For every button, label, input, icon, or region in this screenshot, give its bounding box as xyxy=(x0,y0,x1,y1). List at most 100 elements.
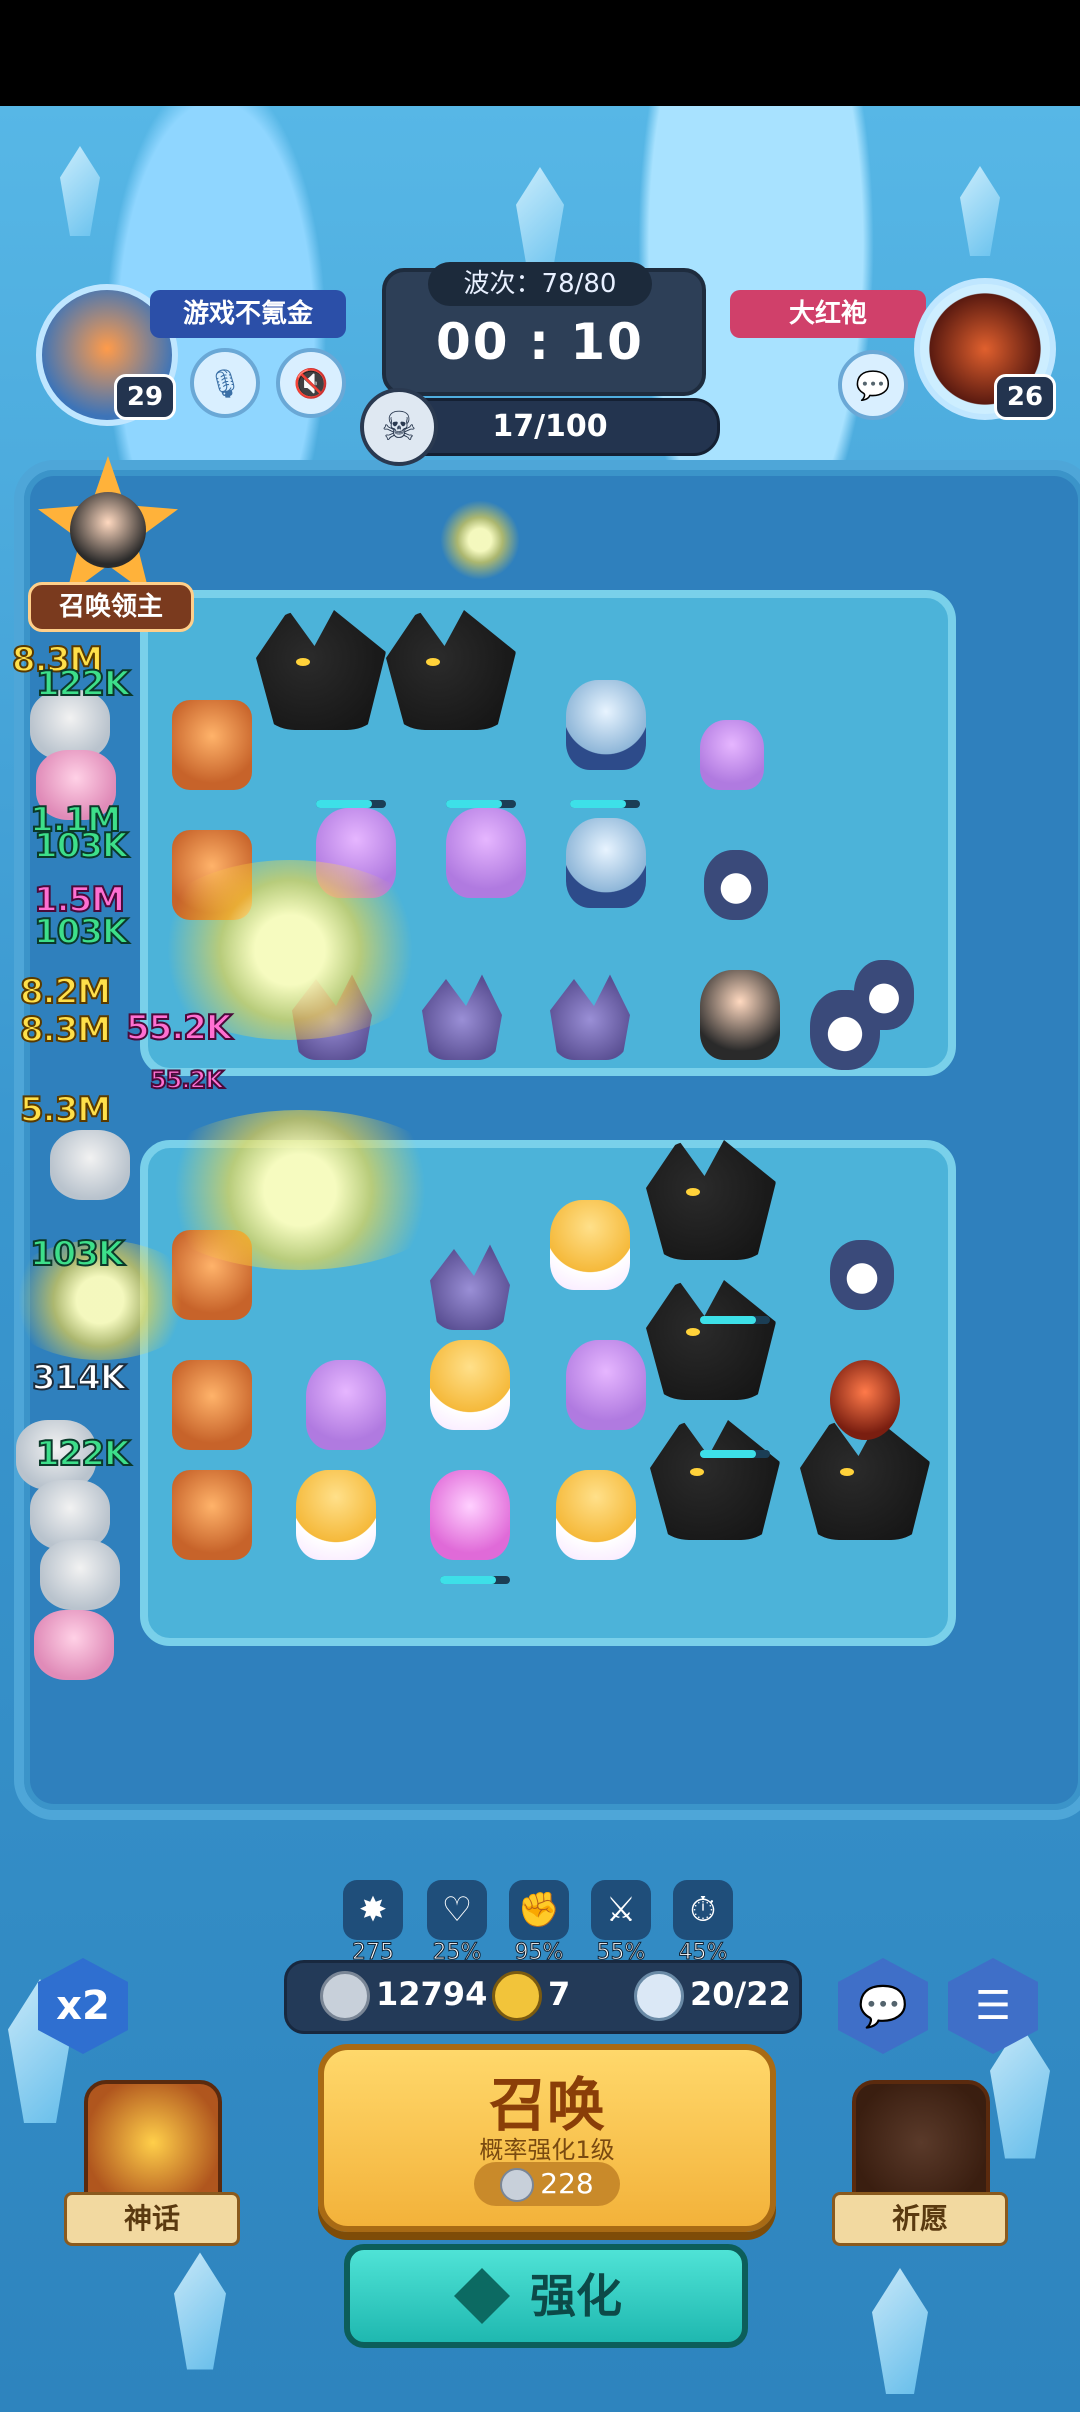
wish-label: 祈愿 xyxy=(832,2192,1008,2246)
dragon-eye xyxy=(840,1468,854,1476)
player-right-level: 26 xyxy=(994,374,1056,420)
yeti-enemy xyxy=(50,1130,130,1200)
silver-coin-icon xyxy=(500,2168,535,2202)
upgrade-chevron-icon xyxy=(454,2268,510,2324)
damage-number: 55.2K xyxy=(125,1007,233,1049)
player-left-name: 游戏不氪金 xyxy=(150,290,346,338)
skull-icon: ☠ xyxy=(360,388,438,466)
wave-timer: 00 : 10 xyxy=(436,313,644,371)
penguin-unit[interactable] xyxy=(830,1240,894,1310)
dragon-eye xyxy=(686,1328,700,1336)
mic-muted-button[interactable]: 🎙 xyxy=(190,348,260,418)
projectile-effect xyxy=(440,500,520,580)
slot-machine-unit[interactable] xyxy=(172,1470,252,1560)
unit-hp-bar xyxy=(440,1576,510,1584)
summon-cost-amount: 228 xyxy=(540,2167,594,2200)
ice-crystal xyxy=(516,167,564,275)
penguin-unit[interactable] xyxy=(854,960,914,1030)
summon-button[interactable]: 召唤 概率强化1级 228 xyxy=(318,2044,776,2232)
stat-attack: ✸ 275 xyxy=(338,1880,408,1966)
dragon-eye xyxy=(296,658,310,666)
fairy-unit[interactable] xyxy=(566,1340,646,1430)
silver-amount: 12794 xyxy=(376,1975,488,2013)
angel-unit[interactable] xyxy=(550,1200,630,1290)
hp-fill xyxy=(440,1576,496,1584)
damage-number: 122K xyxy=(35,1433,131,1475)
hp-fill xyxy=(700,1316,756,1324)
summon-subtitle: 概率强化1级 xyxy=(479,2136,615,2164)
angel-unit[interactable] xyxy=(556,1470,636,1560)
speaker-muted-button[interactable]: 🔇 xyxy=(276,348,346,418)
unit-hp-bar xyxy=(446,800,516,808)
clover-coin-icon xyxy=(492,1971,542,2021)
dragon-eye xyxy=(690,1468,704,1476)
damage-number: 103K xyxy=(33,825,129,867)
ice-crystal xyxy=(872,2268,928,2394)
stopwatch-icon: ⏱ xyxy=(673,1880,733,1940)
hp-fill xyxy=(446,800,502,808)
angel-unit[interactable] xyxy=(296,1470,376,1560)
ice-crystal xyxy=(174,2252,226,2370)
summon-lord-button[interactable]: 召唤领主 xyxy=(28,456,194,632)
myth-button[interactable]: 神话 xyxy=(64,2080,240,2250)
pink-fairy-unit[interactable] xyxy=(430,1470,510,1560)
slot-machine-unit[interactable] xyxy=(172,700,252,790)
stat-speed: ⚔ 55% xyxy=(586,1880,656,1966)
damage-number: 103K xyxy=(33,911,129,953)
wave-label: 波次：78/80 xyxy=(428,262,652,306)
wish-button[interactable]: 祈愿 xyxy=(832,2080,1008,2250)
speaker-muted-icon: 🔇 xyxy=(293,366,329,400)
menu-icon: ☰ xyxy=(975,1983,1011,2029)
dragon-eye xyxy=(686,1188,700,1196)
lord-avatar xyxy=(70,492,146,568)
summon-lord-label: 召唤领主 xyxy=(28,582,194,632)
damage-number: 8.2M xyxy=(19,971,112,1013)
fist-icon: ✊ xyxy=(509,1880,569,1940)
unit-hp-bar xyxy=(700,1450,770,1458)
summon-cost: 228 xyxy=(474,2162,620,2206)
unit-hp-bar xyxy=(570,800,640,808)
broken-heart-icon: ♡ xyxy=(427,1880,487,1940)
damage-number: 5.3M xyxy=(19,1089,112,1131)
harp-maiden-unit[interactable] xyxy=(700,720,764,790)
sword-icon: ⚔ xyxy=(591,1880,651,1940)
dragon-eye xyxy=(426,658,440,666)
damage-number: 122K xyxy=(35,663,131,705)
fire-egg-unit[interactable] xyxy=(830,1360,900,1440)
fairy-unit[interactable] xyxy=(446,808,526,898)
clover-resource: 7 xyxy=(492,1960,570,2028)
stat-crit: ♡ 25% xyxy=(422,1880,492,1966)
hp-fill xyxy=(570,800,626,808)
ice-crystal xyxy=(960,166,1000,256)
unit-hp-bar xyxy=(316,800,386,808)
status-bar xyxy=(0,0,1080,106)
hp-fill xyxy=(700,1450,756,1458)
ghost-king-unit[interactable] xyxy=(566,818,646,908)
fairy-unit[interactable] xyxy=(306,1360,386,1450)
hp-fill xyxy=(316,800,372,808)
angel-unit[interactable] xyxy=(430,1340,510,1430)
slot-machine-unit[interactable] xyxy=(172,1360,252,1450)
chat-bubble-button[interactable]: 💬 xyxy=(838,350,908,420)
silver-resource: 12794 xyxy=(320,1960,487,2028)
unit-hp-bar xyxy=(700,1316,770,1324)
gunner-unit[interactable] xyxy=(700,970,780,1060)
stat-cooldown: ⏱ 45% xyxy=(668,1880,738,1966)
sword-burst-icon: ✸ xyxy=(343,1880,403,1940)
mic-muted-icon: 🎙 xyxy=(207,366,243,400)
damage-number: 103K xyxy=(29,1233,125,1275)
myth-label: 神话 xyxy=(64,2192,240,2246)
owl-unit[interactable] xyxy=(704,850,768,920)
unit-capacity-icon xyxy=(634,1971,684,2021)
player-right-name: 大红袍 xyxy=(730,290,926,338)
damage-number: 314K xyxy=(31,1357,127,1399)
damage-number: 8.3M xyxy=(19,1009,112,1051)
attack-effect xyxy=(140,1110,460,1270)
ice-crystal xyxy=(60,146,100,236)
stat-power: ✊ 95% xyxy=(504,1880,574,1966)
chat-icon: 💬 xyxy=(855,368,891,402)
upgrade-button[interactable]: 强化 xyxy=(344,2244,748,2348)
clover-amount: 7 xyxy=(548,1975,571,2013)
damage-number: 55.2K xyxy=(149,1065,225,1095)
ghost-king-unit[interactable] xyxy=(566,680,646,770)
